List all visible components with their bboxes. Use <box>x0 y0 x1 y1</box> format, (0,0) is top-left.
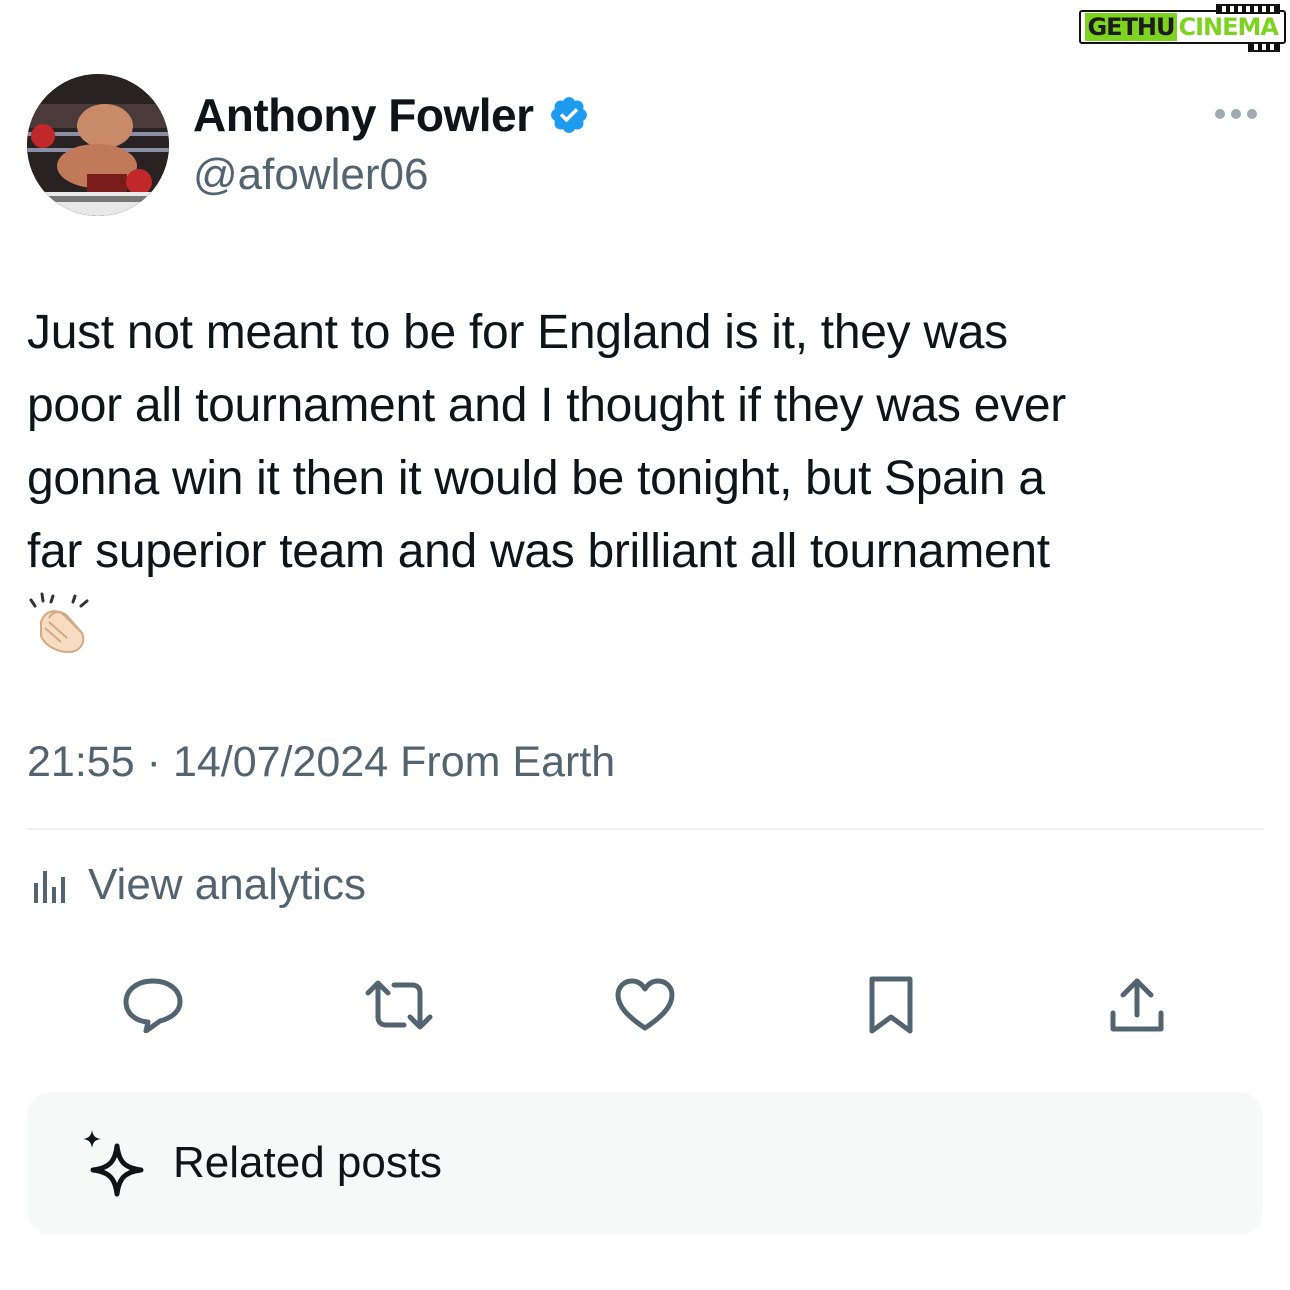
avatar-image <box>27 74 169 216</box>
verified-badge-icon <box>550 97 587 133</box>
tweet-line: Just not meant to be for England is it, … <box>27 306 1008 359</box>
author-name[interactable]: Anthony Fowler <box>193 88 534 142</box>
more-options-icon[interactable] <box>1214 100 1258 128</box>
tweet-time[interactable]: 21:55 <box>27 738 135 787</box>
author-handle[interactable]: @afowler06 <box>193 150 428 200</box>
retweet-button[interactable] <box>364 970 434 1040</box>
reply-icon <box>123 978 183 1033</box>
bookmark-button[interactable] <box>856 970 926 1040</box>
related-posts-label[interactable]: Related posts <box>173 1138 442 1188</box>
share-icon <box>1110 978 1164 1032</box>
author-name-row[interactable]: Anthony Fowler <box>193 88 590 142</box>
retweet-icon <box>365 980 433 1030</box>
tweet-meta: 21:55 · 14/07/2024 From Earth <box>27 738 615 787</box>
watermark-logo: GETHU CINEMA <box>1079 4 1286 52</box>
clapping-hands-icon <box>29 592 89 654</box>
tweet-text: Just not meant to be for England is it, … <box>27 296 1267 656</box>
watermark-text-2: CINEMA <box>1178 13 1279 41</box>
bookmark-icon <box>869 976 913 1034</box>
meta-separator: · <box>146 738 161 786</box>
view-analytics-label[interactable]: View analytics <box>88 860 366 910</box>
tweet-location: From Earth <box>400 738 616 786</box>
bar-chart-icon <box>34 871 65 903</box>
divider <box>26 828 1264 830</box>
tweet-line: far superior team and was brilliant all … <box>27 525 1050 578</box>
tweet-line: gonna win it then it would be tonight, b… <box>27 452 1045 505</box>
avatar[interactable] <box>27 74 169 216</box>
like-button[interactable] <box>610 970 680 1040</box>
related-posts-card[interactable]: Related posts <box>27 1092 1263 1235</box>
sparkle-icon <box>83 1130 144 1197</box>
reply-button[interactable] <box>118 970 188 1040</box>
tweet-date[interactable]: 14/07/2024 <box>173 738 388 787</box>
like-icon <box>615 978 675 1031</box>
watermark-text-1: GETHU <box>1085 13 1177 41</box>
view-analytics-button[interactable]: View analytics <box>32 860 366 910</box>
tweet-line: poor all tournament and I thought if the… <box>27 379 1066 432</box>
share-button[interactable] <box>1102 970 1172 1040</box>
